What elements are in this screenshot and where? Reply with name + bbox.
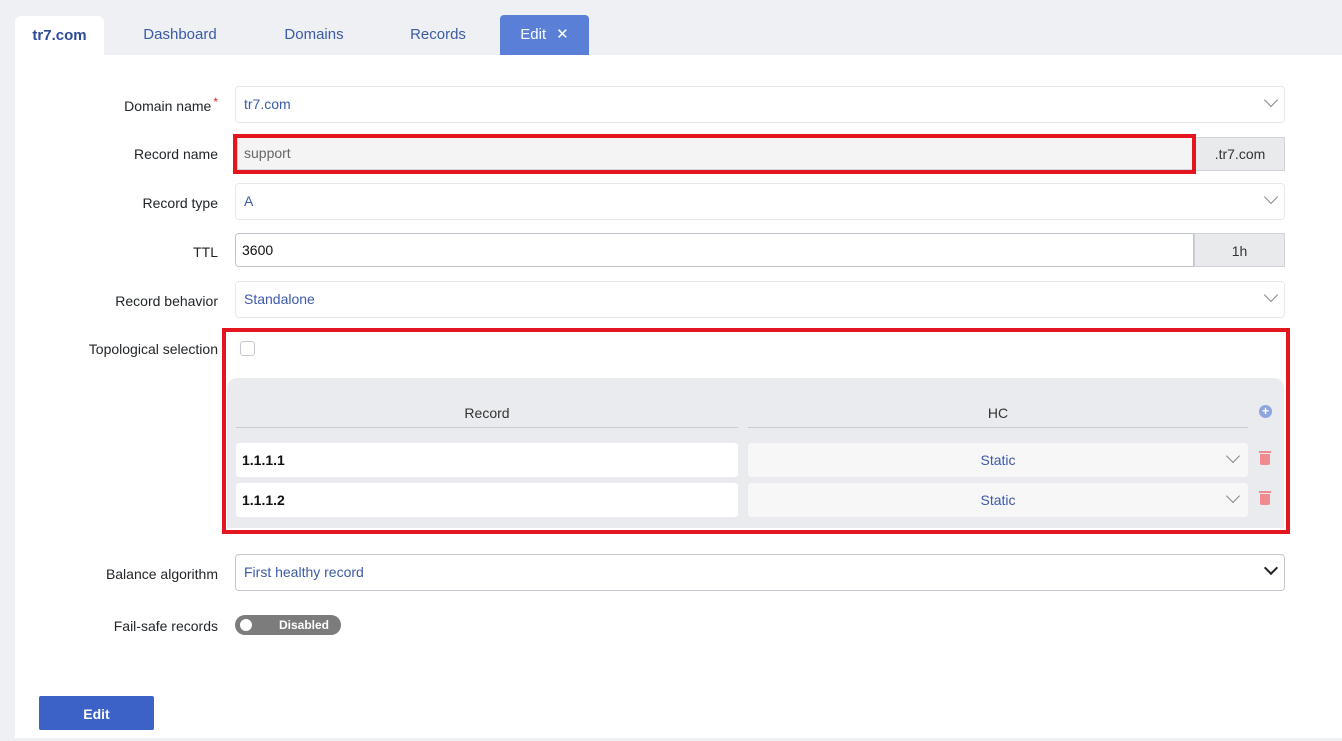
tab-domains[interactable]: Domains [262, 15, 366, 55]
ttl-label: TTL [193, 244, 218, 260]
ttl-input[interactable]: 3600 [235, 233, 1194, 267]
chevron-down-icon [1263, 189, 1279, 205]
highlight-record-name [233, 134, 1196, 174]
balance-algorithm-select[interactable]: First healthy record [235, 554, 1285, 591]
balance-algorithm-label: Balance algorithm [105, 566, 218, 582]
tab-records[interactable]: Records [390, 15, 486, 55]
record-behavior-select[interactable]: Standalone [235, 281, 1285, 318]
highlight-topological-section [222, 328, 1290, 534]
record-type-label: Record type [142, 195, 218, 211]
ttl-human-readable: 1h [1194, 233, 1285, 267]
chevron-down-icon [1263, 287, 1279, 303]
toggle-knob [240, 619, 252, 631]
record-type-select[interactable]: A [235, 183, 1285, 220]
record-behavior-label: Record behavior [115, 293, 218, 309]
close-icon[interactable]: ✕ [556, 26, 569, 43]
balance-algorithm-value: First healthy record [244, 564, 364, 580]
record-name-label: Record name [133, 146, 218, 162]
edit-button[interactable]: Edit [39, 696, 154, 730]
record-name-suffix: .tr7.com [1195, 137, 1285, 171]
tab-bar: tr7.com Dashboard Domains Records Edit ✕ [0, 0, 1342, 55]
fail-safe-state: Disabled [279, 618, 330, 632]
required-mark: * [213, 95, 218, 109]
chevron-down-icon [1263, 92, 1279, 108]
domain-name-select[interactable]: tr7.com [235, 86, 1285, 123]
topological-selection-label: Topological selection [88, 341, 218, 357]
domain-name-label: Domain name * [124, 95, 218, 114]
record-behavior-value: Standalone [244, 291, 315, 307]
tab-brand[interactable]: tr7.com [15, 16, 104, 55]
domain-name-value: tr7.com [244, 96, 291, 112]
tab-edit[interactable]: Edit ✕ [500, 15, 589, 55]
chevron-down-icon [1263, 560, 1279, 576]
tab-edit-label: Edit [520, 26, 547, 43]
record-type-value: A [244, 193, 254, 209]
tab-dashboard[interactable]: Dashboard [120, 15, 240, 55]
fail-safe-label: Fail-safe records [113, 618, 218, 634]
fail-safe-toggle[interactable]: Disabled [235, 615, 341, 635]
